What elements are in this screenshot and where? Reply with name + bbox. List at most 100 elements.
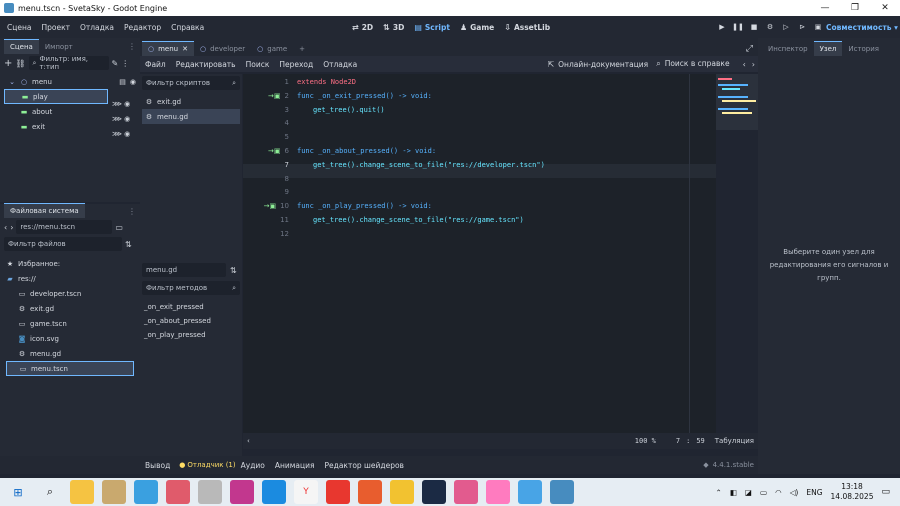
script-icon[interactable]: ▤ bbox=[119, 78, 126, 86]
online-docs-link[interactable]: ⇱ Онлайн-документация bbox=[547, 60, 648, 69]
network-icon[interactable]: ◠ bbox=[775, 488, 782, 497]
method-item[interactable]: _on_about_pressed bbox=[144, 314, 238, 328]
clock[interactable]: 13:18 14.08.2025 bbox=[831, 482, 874, 502]
signal-connection-icon[interactable]: →▣ bbox=[264, 202, 276, 210]
editor-tab-developer[interactable]: ○ developer bbox=[194, 42, 251, 56]
app-icon[interactable] bbox=[198, 480, 222, 504]
tray-chevron-icon[interactable]: ⌃ bbox=[716, 488, 722, 497]
close-tab-icon[interactable]: ✕ bbox=[182, 45, 188, 53]
yandex-icon[interactable]: Y bbox=[294, 480, 318, 504]
file-icon-svg[interactable]: ◙ icon.svg bbox=[6, 331, 134, 346]
file-explorer-icon[interactable] bbox=[70, 480, 94, 504]
tree-node-menu[interactable]: ⌄ ○ menu ▤ ◉ bbox=[4, 74, 136, 89]
bottom-tab-animation[interactable]: Анимация bbox=[270, 461, 320, 470]
workspace-3d[interactable]: ⇅ 3D bbox=[383, 23, 404, 32]
folder-res[interactable]: ▰ res:// bbox=[6, 271, 134, 286]
bottom-tab-output[interactable]: Вывод bbox=[140, 461, 175, 470]
dock-menu-icon[interactable]: ⋮ bbox=[124, 39, 140, 54]
windows-start-icon[interactable]: ⊞ bbox=[6, 480, 30, 504]
path-field[interactable]: res://menu.tscn bbox=[16, 220, 113, 234]
tab-filesystem[interactable]: Файловая система bbox=[4, 203, 85, 218]
forward-arrow-icon[interactable]: › bbox=[10, 223, 13, 232]
toggle-scripts-panel-icon[interactable]: ‹ bbox=[243, 437, 254, 445]
signal-connection-icon[interactable]: →▣ bbox=[268, 147, 280, 155]
notifications-icon[interactable]: ▭ bbox=[881, 487, 890, 497]
options-icon[interactable]: ⋮ bbox=[121, 59, 129, 68]
tab-scene[interactable]: Сцена bbox=[4, 39, 39, 54]
app-icon[interactable] bbox=[326, 480, 350, 504]
script-filter-input[interactable]: Фильтр скриптов ⌕ bbox=[142, 76, 240, 90]
workspace-script[interactable]: ▤ Script bbox=[414, 23, 450, 32]
workspace-game[interactable]: ♟ Game bbox=[460, 23, 494, 32]
edge-browser-icon[interactable] bbox=[262, 480, 286, 504]
tab-import[interactable]: Импорт bbox=[39, 40, 79, 54]
method-item[interactable]: _on_play_pressed bbox=[144, 328, 238, 342]
script-menu-edit[interactable]: Редактировать bbox=[171, 60, 241, 69]
steam-icon[interactable] bbox=[422, 480, 446, 504]
editor-tab-game[interactable]: ○ game bbox=[251, 42, 293, 56]
distraction-free-icon[interactable]: ⤢ bbox=[741, 42, 758, 56]
tray-app-icon[interactable]: ◪ bbox=[745, 488, 752, 497]
script-menu-search[interactable]: Поиск bbox=[241, 60, 275, 69]
prev-script-icon[interactable]: ‹ bbox=[740, 60, 749, 69]
script-menu-debug[interactable]: Отладка bbox=[318, 60, 362, 69]
signal-icon[interactable]: ⋙ ◉ bbox=[112, 127, 130, 142]
visibility-icon[interactable]: ◉ bbox=[130, 78, 136, 86]
dock-menu-icon[interactable]: ⋮ bbox=[124, 205, 140, 218]
method-filter-input[interactable]: Фильтр методов ⌕ bbox=[142, 281, 240, 295]
sort-icon[interactable]: ⇅ bbox=[125, 240, 132, 249]
search-icon[interactable]: ⌕ bbox=[38, 480, 62, 504]
app-icon[interactable] bbox=[454, 480, 478, 504]
sort-methods-icon[interactable]: ⇅ bbox=[230, 266, 237, 275]
battery-icon[interactable]: ▭ bbox=[760, 488, 767, 497]
file-exit-gd[interactable]: ⚙ exit.gd bbox=[6, 301, 134, 316]
app-icon[interactable] bbox=[390, 480, 414, 504]
workspace-2d[interactable]: ⇄ 2D bbox=[352, 23, 373, 32]
add-node-icon[interactable]: + bbox=[4, 58, 12, 69]
tab-inspector[interactable]: Инспектор bbox=[762, 42, 814, 56]
next-script-icon[interactable]: › bbox=[749, 60, 758, 69]
play-custom-scene-icon[interactable]: ⊳ bbox=[794, 20, 810, 34]
code-text[interactable]: extends Node2D func _on_exit_pressed() -… bbox=[297, 76, 712, 242]
signal-connection-icon[interactable]: →▣ bbox=[268, 92, 280, 100]
godot-taskbar-icon[interactable] bbox=[550, 480, 574, 504]
app-icon[interactable] bbox=[102, 480, 126, 504]
app-icon[interactable] bbox=[166, 480, 190, 504]
tray-app-icon[interactable]: ◧ bbox=[730, 488, 737, 497]
stop-icon[interactable]: ■ bbox=[746, 20, 762, 34]
script-attach-icon[interactable]: ✎ bbox=[112, 59, 119, 68]
script-menu-file[interactable]: Файл bbox=[140, 60, 171, 69]
menu-scene[interactable]: Сцена bbox=[2, 23, 36, 32]
scene-filter-input[interactable]: ⌕ Фильтр: имя, т:тип bbox=[28, 55, 109, 71]
indent-mode[interactable]: Табуляция bbox=[715, 437, 754, 445]
play-scene-icon[interactable]: ▷ bbox=[778, 20, 794, 34]
favorites-row[interactable]: ★ Избранное: bbox=[6, 256, 134, 271]
file-filter-input[interactable]: Фильтр файлов bbox=[4, 237, 122, 251]
signal-icon[interactable]: ⋙ ◉ bbox=[112, 112, 130, 127]
signal-icon[interactable]: ⋙ ◉ bbox=[112, 97, 130, 112]
split-view-icon[interactable]: ▭ bbox=[115, 223, 123, 232]
tab-node[interactable]: Узел bbox=[813, 41, 843, 56]
menu-debug[interactable]: Отладка bbox=[75, 23, 119, 32]
script-menu-goto[interactable]: Переход bbox=[274, 60, 318, 69]
play-project-icon[interactable]: ▶ bbox=[714, 20, 730, 34]
link-icon[interactable]: ⛓ bbox=[15, 59, 25, 68]
file-menu-tscn[interactable]: ▭ menu.tscn bbox=[6, 361, 134, 376]
renderer-selector[interactable]: Совместимость ▾ bbox=[826, 23, 898, 32]
script-item-menu[interactable]: ⚙ menu.gd bbox=[142, 109, 240, 124]
pause-icon[interactable]: ❚❚ bbox=[730, 20, 746, 34]
movie-maker-icon[interactable]: ▣ bbox=[810, 20, 826, 34]
bottom-tab-shader-editor[interactable]: Редактор шейдеров bbox=[320, 461, 409, 470]
app-icon[interactable] bbox=[518, 480, 542, 504]
add-tab-icon[interactable]: + bbox=[293, 42, 311, 56]
script-item-exit[interactable]: ⚙ exit.gd bbox=[142, 94, 240, 109]
file-game-tscn[interactable]: ▭ game.tscn bbox=[6, 316, 134, 331]
remote-debug-icon[interactable]: ⚙ bbox=[762, 20, 778, 34]
tree-node-play[interactable]: ▬ play bbox=[4, 89, 108, 104]
volume-icon[interactable]: ◁) bbox=[790, 488, 799, 497]
app-icon[interactable] bbox=[486, 480, 510, 504]
menu-project[interactable]: Проект bbox=[36, 23, 75, 32]
bottom-tab-audio[interactable]: Аудио bbox=[236, 461, 270, 470]
method-item[interactable]: _on_exit_pressed bbox=[144, 300, 238, 314]
app-icon[interactable] bbox=[134, 480, 158, 504]
